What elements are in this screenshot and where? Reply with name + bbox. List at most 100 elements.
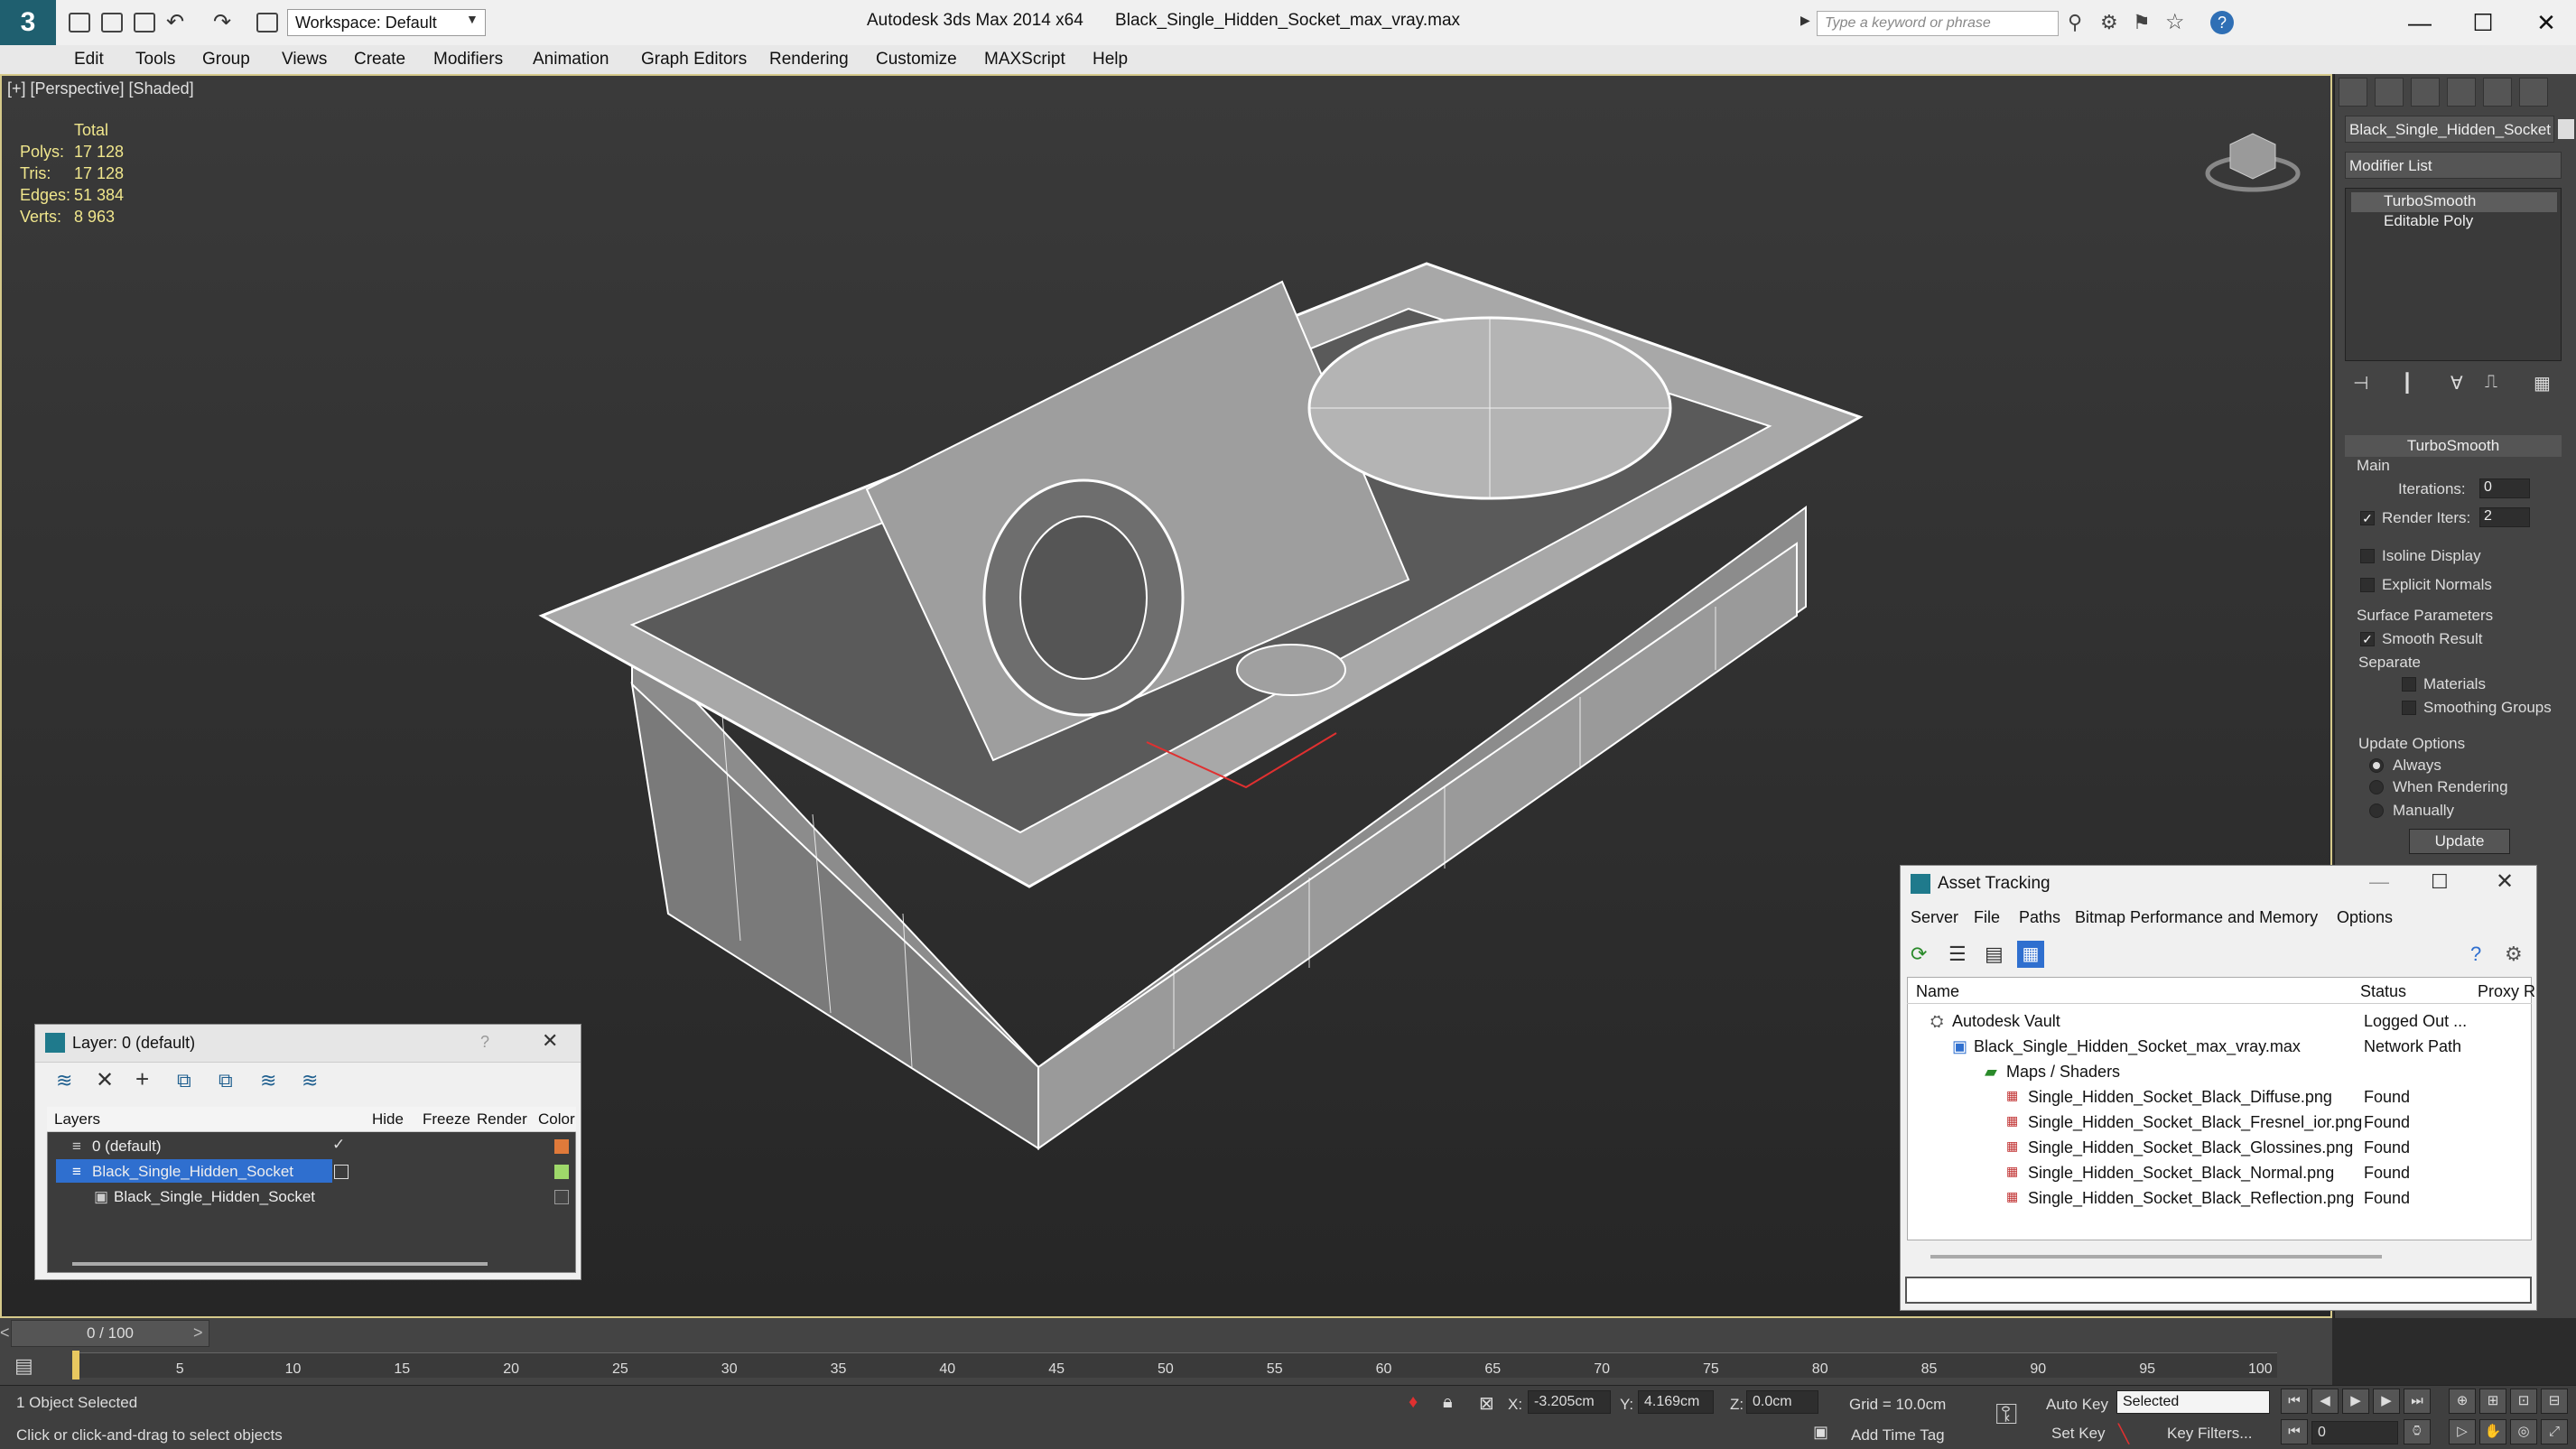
key-mode-toggle[interactable]: ⏮ [2281,1419,2308,1444]
layer-color-swatch[interactable] [554,1139,569,1154]
menu-modifiers[interactable]: Modifiers [433,50,503,70]
smoothing-groups-checkbox[interactable] [2402,701,2416,715]
turbosmooth-rollout[interactable]: TurboSmooth [2345,435,2562,457]
undo-icon[interactable]: ↶ [166,9,184,35]
pin-stack-icon[interactable]: ⊣ [2353,372,2368,395]
app-logo-icon[interactable]: 3 [0,0,56,45]
open-file-icon[interactable] [101,13,123,33]
communication-icon[interactable]: ⚑ [2133,11,2151,34]
mini-curve-editor-icon[interactable]: ▤ [14,1354,33,1378]
menu-maxscript[interactable]: MAXScript [984,50,1065,70]
menu-help[interactable]: Help [1093,50,1128,70]
show-end-result-icon[interactable]: ┃ [2402,372,2413,395]
layer-close-icon[interactable]: ✕ [542,1029,558,1053]
motion-tab-icon[interactable] [2447,78,2476,107]
hierarchy-tab-icon[interactable] [2411,78,2440,107]
asset-settings-icon[interactable]: ⚙ [2505,943,2523,966]
menu-tools[interactable]: Tools [135,50,175,70]
asset-list-scrollbar[interactable] [1930,1255,2382,1259]
table-view-icon[interactable]: ▤ [1985,943,2004,966]
col-proxy[interactable]: Proxy R [2478,982,2535,1001]
menu-group[interactable]: Group [202,50,250,70]
render-iters-checkbox[interactable]: ✓ [2360,511,2375,525]
menu-rendering[interactable]: Rendering [769,50,849,70]
save-file-icon[interactable] [134,13,155,33]
materials-checkbox[interactable] [2402,677,2416,692]
favorites-star-icon[interactable]: ☆ [2165,9,2185,35]
object-name-field[interactable]: Black_Single_Hidden_Socket [2345,116,2554,143]
highlight-layer-icon[interactable]: ⧉ [219,1069,233,1092]
when-rendering-radio[interactable] [2369,780,2384,794]
selection-set-dropdown[interactable]: Selected [2116,1390,2270,1414]
layer-color-swatch[interactable] [554,1165,569,1179]
stack-item-turbosmooth[interactable]: TurboSmooth [2351,192,2557,212]
asset-help-icon[interactable]: ? [2470,943,2481,966]
play-button[interactable]: ▶ [2342,1389,2369,1414]
orbit-icon[interactable]: ◎ [2510,1419,2537,1444]
delete-layer-icon[interactable]: ✕ [96,1067,114,1093]
asset-menu-bitmap[interactable]: Bitmap Performance and Memory [2075,908,2318,927]
asset-maximize-button[interactable]: ☐ [2431,870,2449,894]
layer-row[interactable]: ▣ Black_Single_Hidden_Socket [47,1184,576,1210]
timeline-prev-icon[interactable]: < [0,1324,10,1342]
new-file-icon[interactable] [69,13,90,33]
explicit-normals-checkbox[interactable] [2360,578,2375,592]
asset-menu-options[interactable]: Options [2337,908,2393,927]
minimize-button[interactable]: — [2402,7,2438,38]
smooth-result-checkbox[interactable]: ✓ [2360,632,2375,646]
zoom-extents-icon[interactable]: ⊡ [2510,1389,2537,1414]
update-button[interactable]: Update [2409,829,2510,854]
create-layer-icon[interactable]: ≋ [56,1069,72,1092]
selection-lock-icon[interactable]: 🔒︎ [1443,1392,1453,1413]
modifier-list-dropdown[interactable]: Modifier List [2345,152,2562,179]
subscription-icon[interactable]: ⚙ [2100,11,2118,34]
go-to-start-button[interactable]: ⏮ [2281,1389,2308,1414]
key-icon[interactable]: ╲ [2118,1423,2129,1445]
next-frame-button[interactable]: ▶︎ [2373,1389,2400,1414]
select-objects-icon[interactable]: ⧉ [177,1069,191,1092]
asset-row-map[interactable]: ▦ Single_Hidden_Socket_Black_Fresnel_ior… [1907,1110,2530,1136]
asset-minimize-button[interactable]: — [2369,870,2389,894]
create-tab-icon[interactable] [2339,78,2367,107]
col-freeze[interactable]: Freeze [423,1110,470,1129]
render-iters-spinner[interactable]: 2 [2479,507,2530,527]
maximize-button[interactable]: ☐ [2465,7,2501,38]
asset-path-field[interactable] [1905,1277,2532,1304]
redo-icon[interactable]: ↷ [213,9,231,35]
maximize-viewport-icon[interactable]: ⤢ [2541,1419,2568,1444]
col-status[interactable]: Status [2360,982,2406,1001]
add-time-tag[interactable]: Add Time Tag [1851,1426,1945,1444]
make-unique-icon[interactable]: ∀ [2450,372,2463,395]
layer-row[interactable]: ≡ 0 (default) ✓ [47,1134,576,1159]
always-radio[interactable] [2369,758,2384,773]
iterations-spinner[interactable]: 0 [2479,478,2530,498]
asset-row-map[interactable]: ▦ Single_Hidden_Socket_Black_Diffuse.png… [1907,1085,2530,1110]
chevron-down-icon[interactable]: ▼ [466,12,479,26]
object-color-swatch[interactable] [2558,119,2574,139]
y-coordinate-field[interactable]: 4.169cm [1638,1390,1714,1414]
col-hide[interactable]: Hide [372,1110,404,1129]
remove-modifier-icon[interactable]: ⎍ [2485,372,2497,393]
col-name[interactable]: Name [1916,982,1959,1001]
refresh-icon[interactable]: ⟳ [1911,943,1927,966]
project-folder-icon[interactable] [256,13,278,33]
display-tab-icon[interactable] [2483,78,2512,107]
go-to-end-button[interactable]: ⏭ [2404,1389,2431,1414]
time-slider[interactable]: 0 / 100 [11,1320,209,1347]
isolate-icon[interactable]: ♦ [1409,1392,1418,1413]
asset-row-scene-file[interactable]: ▣ Black_Single_Hidden_Socket_max_vray.ma… [1907,1035,2530,1060]
field-of-view-icon[interactable]: ▷ [2449,1419,2476,1444]
configure-sets-icon[interactable]: ▦ [2534,372,2551,395]
menu-animation[interactable]: Animation [533,50,609,70]
manually-radio[interactable] [2369,803,2384,818]
pan-icon[interactable]: ✋ [2479,1419,2506,1444]
col-render[interactable]: Render [477,1110,527,1129]
asset-menu-file[interactable]: File [1974,908,2000,927]
utilities-tab-icon[interactable] [2519,78,2548,107]
modify-tab-icon[interactable] [2375,78,2404,107]
asset-menu-paths[interactable]: Paths [2019,908,2060,927]
menu-edit[interactable]: Edit [74,50,104,70]
layer-help-icon[interactable]: ? [480,1033,489,1052]
menu-create[interactable]: Create [354,50,405,70]
time-tag-icon[interactable]: ▣ [1813,1423,1828,1442]
